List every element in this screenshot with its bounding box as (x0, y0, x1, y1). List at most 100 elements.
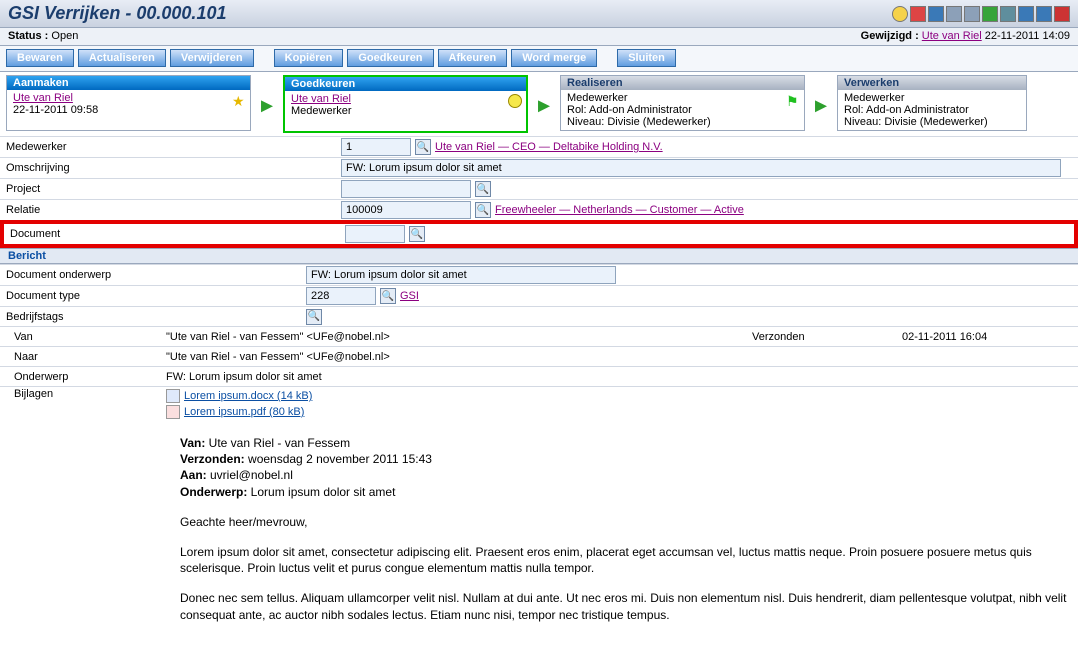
email-para2: Donec nec sem tellus. Aliquam ullamcorpe… (180, 590, 1070, 622)
title-bar: GSI Verrijken - 00.000.101 (0, 0, 1078, 28)
medewerker-input[interactable] (341, 138, 411, 156)
tool-icon-1[interactable] (910, 6, 926, 22)
onderwerp-value: FW: Lorum ipsum dolor sit amet (166, 371, 1072, 383)
omschrijving-label: Omschrijving (6, 162, 341, 174)
tool-icon-5[interactable] (1018, 6, 1034, 22)
workflow-realiseren: Realiseren Medewerker Rol: Add-on Admini… (560, 75, 805, 131)
document-lookup-icon[interactable] (409, 226, 425, 242)
project-input[interactable] (341, 180, 471, 198)
doc-onderwerp-input[interactable] (306, 266, 616, 284)
modified-at: 22-11-2011 14:09 (985, 30, 1070, 42)
kopieren-button[interactable]: Kopiëren (274, 49, 344, 67)
bewaren-button[interactable]: Bewaren (6, 49, 74, 67)
relatie-lookup-icon[interactable] (475, 202, 491, 218)
workflow-aanmaken: Aanmaken Ute van Riel 22-11-2011 09:58 (6, 75, 251, 131)
goedkeuren-user-link[interactable]: Ute van Riel (291, 93, 351, 105)
workflow-strip: Aanmaken Ute van Riel 22-11-2011 09:58 G… (0, 72, 1078, 136)
doc-type-lookup-icon[interactable] (380, 288, 396, 304)
tool-icon-4[interactable] (964, 6, 980, 22)
relatie-link[interactable]: Freewheeler — Netherlands — Customer — A… (495, 204, 744, 216)
status-bar: Status : Open Gewijzigd : Ute van Riel 2… (0, 28, 1078, 46)
email-para1: Lorem ipsum dolor sit amet, consectetur … (180, 544, 1070, 576)
verwerken-line2: Rol: Add-on Administrator (844, 104, 969, 116)
aanmaken-user-link[interactable]: Ute van Riel (13, 92, 73, 104)
medewerker-label: Medewerker (6, 141, 341, 153)
email-aan: uvriel@nobel.nl (207, 468, 293, 482)
modified-label: Gewijzigd : (861, 30, 919, 42)
workflow-head-realiseren: Realiseren (561, 76, 804, 90)
naar-value: "Ute van Riel - van Fessem" <UFe@nobel.n… (166, 351, 1072, 363)
status-value: Open (51, 30, 78, 42)
attachment-docx-link[interactable]: Lorem ipsum.docx (14 kB) (184, 390, 312, 402)
email-onderwerp: Lorum ipsum dolor sit amet (247, 485, 395, 499)
sluiten-button[interactable]: Sluiten (617, 49, 676, 67)
verwerken-line3: Niveau: Divisie (Medewerker) (844, 116, 988, 128)
button-toolbar: Bewaren Actualiseren Verwijderen Kopiëre… (0, 46, 1078, 72)
tags-lookup-icon[interactable] (306, 309, 322, 325)
aanmaken-date: 22-11-2011 09:58 (13, 104, 98, 116)
omschrijving-input[interactable] (341, 159, 1061, 177)
email-verzonden: woensdag 2 november 2011 15:43 (245, 452, 432, 466)
modified-by-link[interactable]: Ute van Riel (922, 30, 982, 42)
info-icon[interactable] (982, 6, 998, 22)
workflow-arrow-2 (532, 75, 556, 118)
tool-icon-3[interactable] (946, 6, 962, 22)
bulb-icon[interactable] (892, 6, 908, 22)
docx-icon (166, 389, 180, 403)
verwijderen-button[interactable]: Verwijderen (170, 49, 254, 67)
verzonden-label: Verzonden (752, 331, 902, 343)
flag-icon (786, 93, 800, 107)
medewerker-lookup-icon[interactable] (415, 139, 431, 155)
attachment-pdf-link[interactable]: Lorem ipsum.pdf (80 kB) (184, 406, 304, 418)
realiseren-line1: Medewerker (567, 92, 628, 104)
titlebar-icons (892, 6, 1070, 22)
document-row-highlight: Document (0, 220, 1078, 248)
doc-type-link[interactable]: GSI (400, 290, 419, 302)
realiseren-line2: Rol: Add-on Administrator (567, 104, 692, 116)
goedkeuren-button[interactable]: Goedkeuren (347, 49, 433, 67)
email-aan-lbl: Aan: (180, 468, 207, 482)
van-value: "Ute van Riel - van Fessem" <UFe@nobel.n… (166, 331, 752, 343)
document-label: Document (10, 228, 345, 240)
relatie-label: Relatie (6, 204, 341, 216)
pending-dot-icon (508, 94, 522, 108)
tags-label: Bedrijfstags (6, 311, 306, 323)
db-icon[interactable] (1000, 6, 1016, 22)
medewerker-link[interactable]: Ute van Riel — CEO — Deltabike Holding N… (435, 141, 663, 153)
onderwerp-label: Onderwerp (6, 371, 166, 383)
bijlagen-label: Bijlagen (6, 388, 166, 400)
main-form: Medewerker Ute van Riel — CEO — Deltabik… (0, 136, 1078, 645)
workflow-arrow-3 (809, 75, 833, 118)
close-icon[interactable] (1054, 6, 1070, 22)
email-onderwerp-lbl: Onderwerp: (180, 485, 247, 499)
doc-type-input[interactable] (306, 287, 376, 305)
naar-label: Naar (6, 351, 166, 363)
email-van: Ute van Riel - van Fessem (205, 436, 350, 450)
workflow-head-aanmaken: Aanmaken (7, 76, 250, 90)
realiseren-line3: Niveau: Divisie (Medewerker) (567, 116, 711, 128)
page-title: GSI Verrijken - 00.000.101 (8, 3, 892, 24)
email-van-lbl: Van: (180, 436, 205, 450)
workflow-arrow-1 (255, 75, 279, 118)
document-input[interactable] (345, 225, 405, 243)
actualiseren-button[interactable]: Actualiseren (78, 49, 166, 67)
email-greeting: Geachte heer/mevrouw, (180, 514, 1070, 530)
workflow-goedkeuren: Goedkeuren Ute van Riel Medewerker (283, 75, 528, 133)
tool-icon-2[interactable] (928, 6, 944, 22)
email-verzonden-lbl: Verzonden: (180, 452, 245, 466)
doc-type-label: Document type (6, 290, 306, 302)
goedkeuren-role: Medewerker (291, 105, 352, 117)
doc-onderwerp-label: Document onderwerp (6, 269, 306, 281)
project-lookup-icon[interactable] (475, 181, 491, 197)
bericht-header: Bericht (0, 248, 1078, 264)
workflow-head-verwerken: Verwerken (838, 76, 1026, 90)
afkeuren-button[interactable]: Afkeuren (438, 49, 508, 67)
tool-icon-6[interactable] (1036, 6, 1052, 22)
star-icon (232, 93, 246, 107)
pdf-icon (166, 405, 180, 419)
wordmerge-button[interactable]: Word merge (511, 49, 597, 67)
workflow-head-goedkeuren: Goedkeuren (285, 77, 526, 91)
project-label: Project (6, 183, 341, 195)
relatie-input[interactable] (341, 201, 471, 219)
verzonden-value: 02-11-2011 16:04 (902, 331, 1072, 343)
